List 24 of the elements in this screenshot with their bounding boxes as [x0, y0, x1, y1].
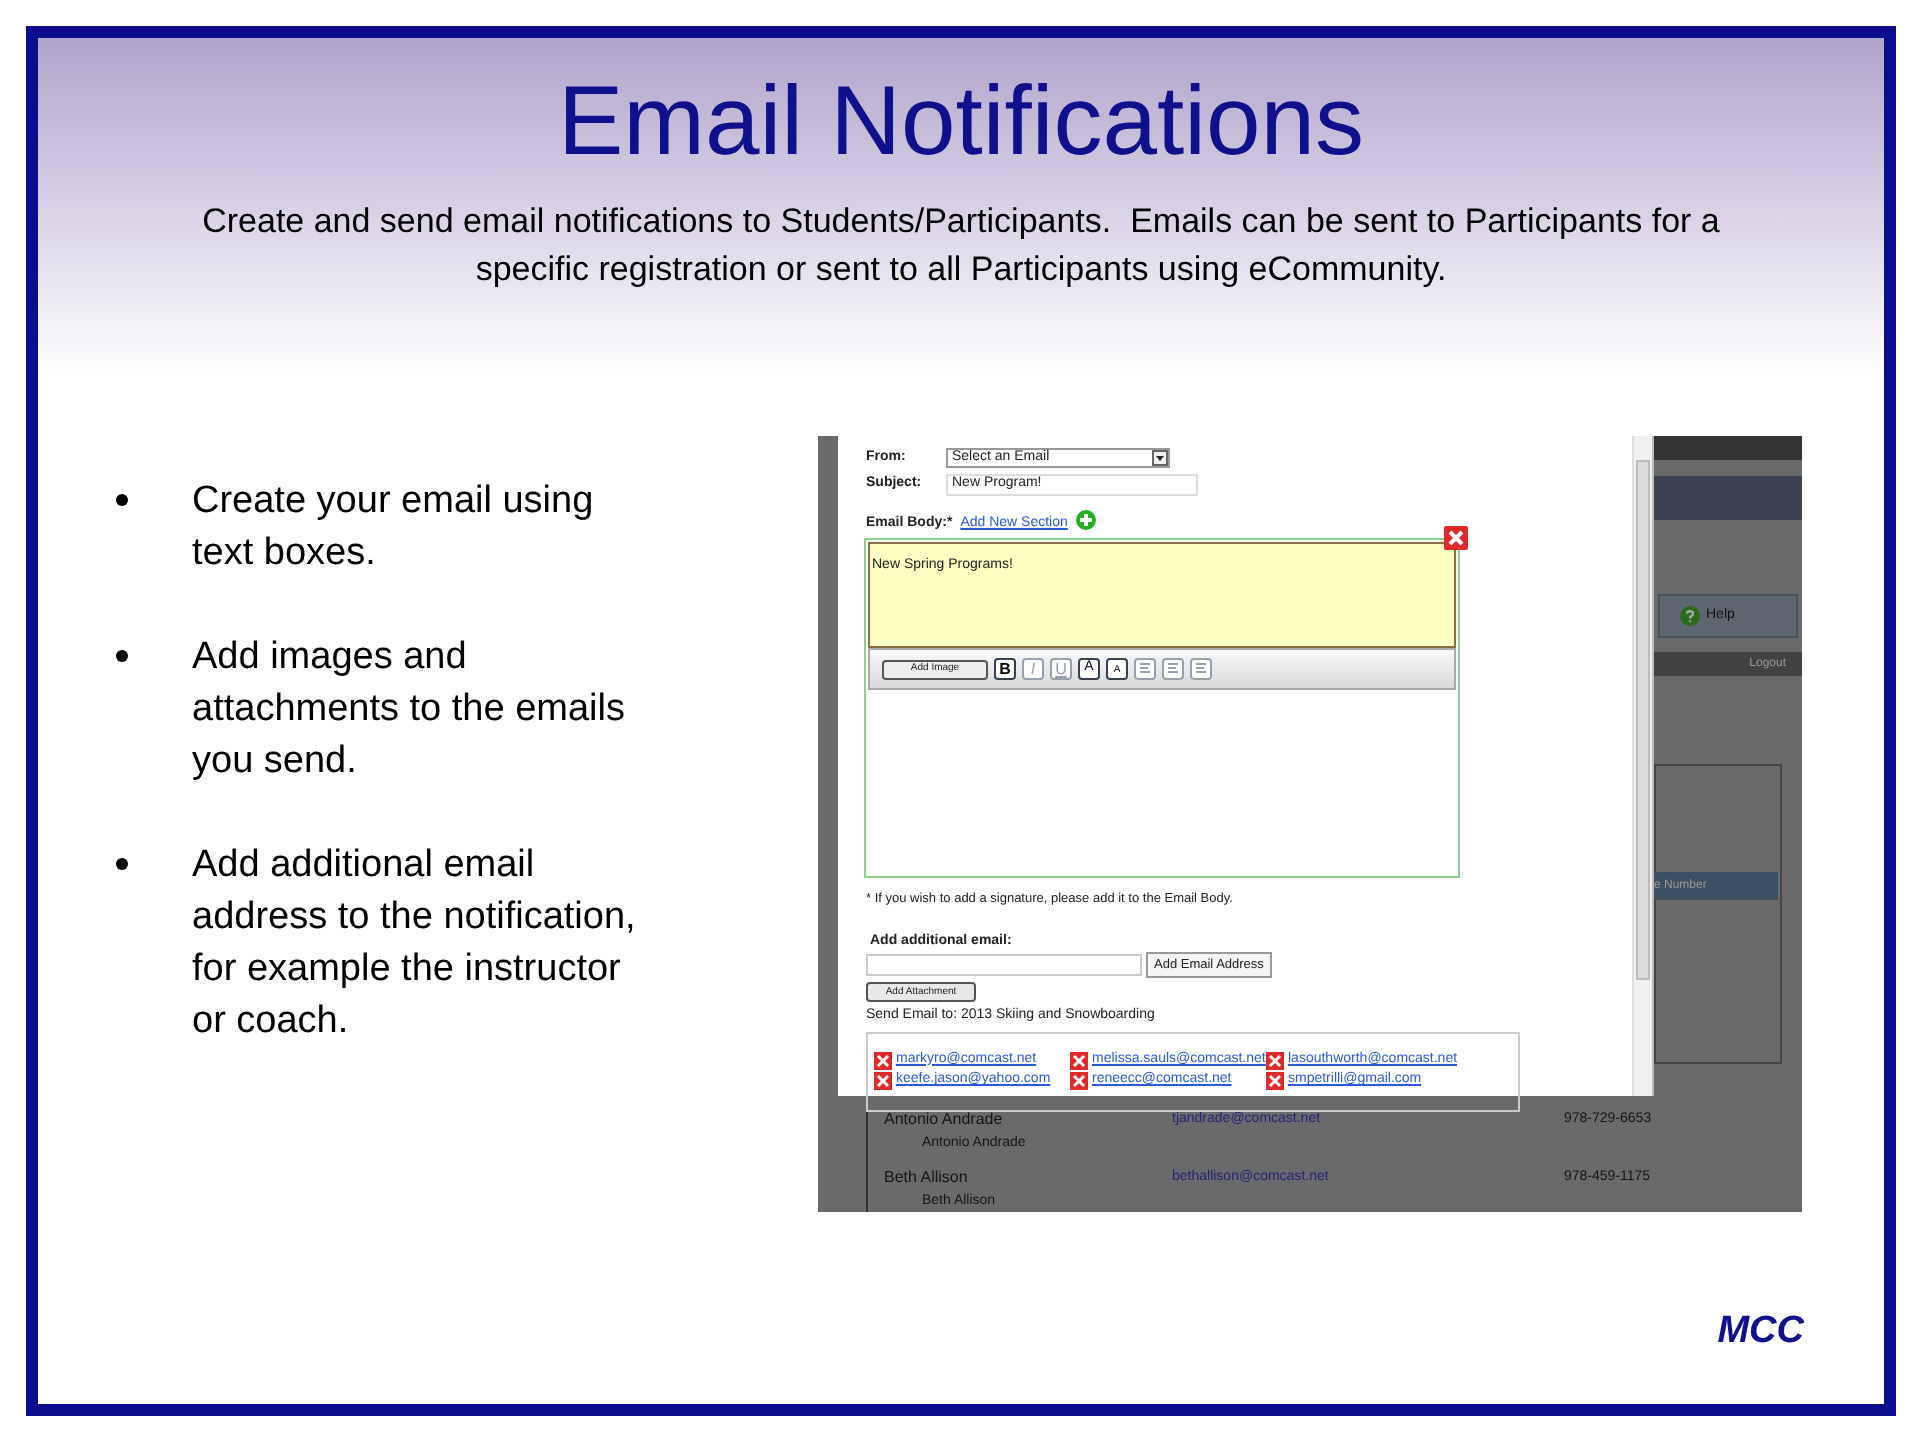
- participant-name: Antonio Andrade: [884, 1108, 1005, 1132]
- plus-icon[interactable]: [1075, 509, 1096, 529]
- bullet-icon: [116, 650, 128, 662]
- bullet-icon: [116, 494, 128, 506]
- remove-icon[interactable]: [1070, 1051, 1088, 1069]
- slide-subtitle: Create and send email notifications to Students/Participants. Emails can be sent to Participants for a specific registration or sent to all Participants using eCommunity.: [200, 200, 1722, 292]
- help-icon: [1680, 606, 1700, 626]
- bullet-text: Add additional email address to the notification, for example the instructor or coach.: [192, 842, 638, 1046]
- remove-icon[interactable]: [874, 1051, 892, 1069]
- participant-name: Beth Allison: [884, 1166, 970, 1190]
- remove-icon[interactable]: [1070, 1072, 1088, 1090]
- remove-icon[interactable]: [874, 1072, 892, 1090]
- slide-title: Email Notifications: [555, 66, 1367, 178]
- bullet-icon: [116, 858, 128, 870]
- footer-logo-text: MCC: [1717, 1307, 1804, 1355]
- bullet-text: Add images and attachments to the emails you send.: [192, 634, 627, 786]
- close-icon[interactable]: [1444, 526, 1468, 550]
- remove-icon[interactable]: [1266, 1051, 1284, 1069]
- bullet-text: Create your email using text boxes.: [192, 478, 596, 578]
- bold-button[interactable]: B: [994, 658, 1016, 680]
- email-input[interactable]: [866, 954, 1142, 977]
- remove-icon[interactable]: [1266, 1072, 1284, 1090]
- caret-icon: [1152, 450, 1168, 466]
- scrollbar[interactable]: [1632, 436, 1652, 1096]
